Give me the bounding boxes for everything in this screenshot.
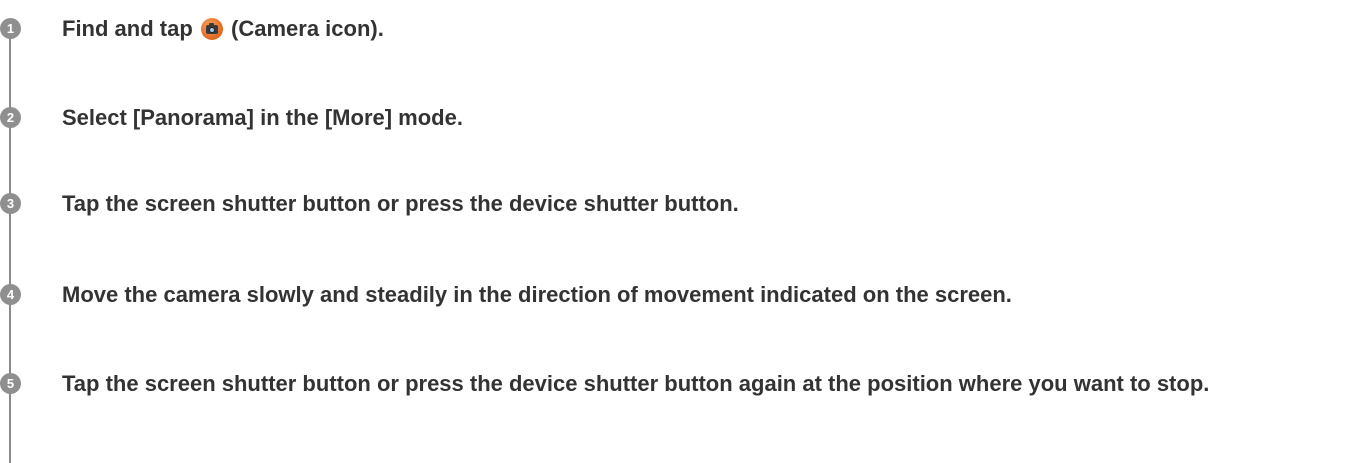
step-number-badge: 3 <box>0 193 21 214</box>
step-number-badge: 2 <box>0 107 21 128</box>
step-number-badge: 1 <box>0 18 21 39</box>
step-number-badge: 4 <box>0 284 21 305</box>
procedure-steps: 1 Find and tap (Camera icon). 2 Select [… <box>0 0 1363 463</box>
step-text: Find and tap (Camera icon). <box>62 14 1343 44</box>
step-text: Tap the screen shutter button or press t… <box>62 191 739 216</box>
step-text: Select [Panorama] in the [More] mode. <box>62 105 463 130</box>
step-text: Move the camera slowly and steadily in t… <box>62 282 1012 307</box>
camera-icon <box>200 18 223 40</box>
step-text-after-icon: (Camera icon). <box>231 16 384 41</box>
step-text-before-icon: Find and tap <box>62 16 193 41</box>
step-number-badge: 5 <box>0 373 21 394</box>
timeline-line <box>9 24 11 463</box>
step-text: Tap the screen shutter button or press t… <box>62 371 1210 396</box>
